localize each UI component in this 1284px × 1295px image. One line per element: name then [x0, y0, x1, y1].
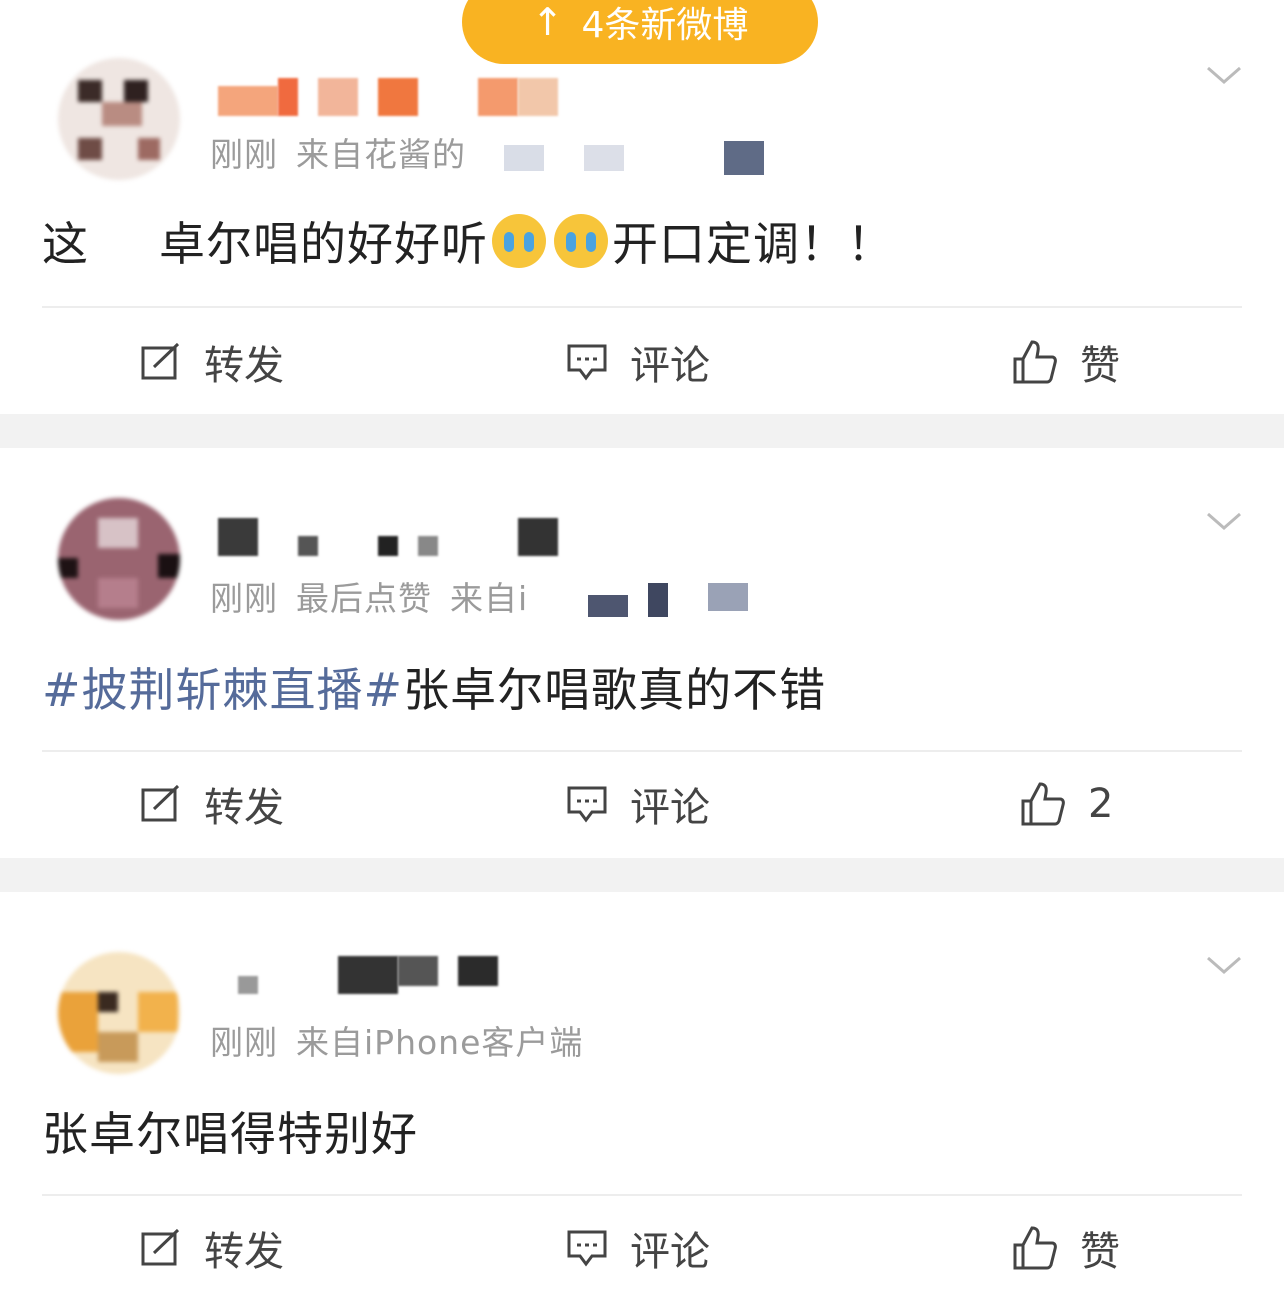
timestamp: 刚刚 [210, 579, 278, 618]
post-meta: 刚刚 来自花酱的 [210, 128, 802, 177]
post-content: #披荆斩棘直播#张卓尔唱歌真的不错 [42, 663, 827, 717]
timestamp: 刚刚 [210, 1023, 278, 1062]
action-bar: 转发 评论 2 [0, 772, 1284, 836]
username-blurred[interactable] [218, 518, 578, 560]
repost-icon [141, 784, 180, 822]
chevron-down-icon[interactable] [1204, 60, 1244, 90]
new-posts-banner[interactable]: ↑ 4条新微博 [462, 0, 818, 64]
source-blurred [528, 581, 828, 621]
divider [42, 1194, 1242, 1196]
topic-link[interactable]: #披荆斩棘直播# [42, 663, 403, 717]
crying-emoji-icon [554, 214, 608, 268]
source[interactable]: 来自i [450, 579, 528, 618]
comment-icon [567, 344, 607, 381]
repost-button[interactable]: 转发 [140, 330, 284, 394]
source[interactable]: 来自花酱的 [296, 135, 466, 174]
like-button[interactable]: 赞 [1012, 1216, 1120, 1280]
like-icon [1021, 782, 1065, 826]
action-bar: 转发 评论 赞 [0, 1216, 1284, 1280]
source[interactable]: 来自iPhone客户端 [296, 1023, 583, 1062]
divider [42, 750, 1242, 752]
post-3: 刚刚 来自iPhone客户端 张卓尔唱得特别好 转发 评论 赞 [0, 892, 1284, 1295]
last-liked: 最后点赞 [296, 579, 432, 618]
post-content: 这卓尔唱的好好听 开口定调！！ [42, 208, 894, 274]
username-blurred[interactable] [218, 78, 578, 120]
comment-icon [567, 786, 607, 823]
comment-button[interactable]: 评论 [566, 1216, 710, 1280]
post-2: 刚刚 最后点赞 来自i #披荆斩棘直播#张卓尔唱歌真的不错 转发 评论 2 [0, 448, 1284, 858]
repost-icon [141, 342, 180, 380]
avatar[interactable] [58, 58, 180, 180]
repost-button[interactable]: 转发 [140, 772, 284, 836]
avatar[interactable] [58, 952, 180, 1074]
banner-text: 4条新微博 [581, 5, 749, 46]
comment-button[interactable]: 评论 [566, 772, 710, 836]
divider [42, 306, 1242, 308]
username-blurred[interactable] [218, 956, 578, 998]
post-meta: 刚刚 最后点赞 来自i [210, 572, 846, 621]
source-blurred [484, 137, 784, 177]
timestamp: 刚刚 [210, 135, 278, 174]
comment-button[interactable]: 评论 [566, 330, 710, 394]
like-button[interactable]: 2 [1020, 772, 1113, 836]
avatar[interactable] [58, 498, 180, 620]
like-icon [1013, 1226, 1057, 1270]
like-count: 2 [1088, 781, 1114, 827]
repost-icon [141, 1228, 180, 1266]
comment-icon [567, 1230, 607, 1267]
like-icon [1013, 340, 1057, 384]
action-bar: 转发 评论 赞 [0, 330, 1284, 394]
chevron-down-icon[interactable] [1204, 950, 1244, 980]
like-button[interactable]: 赞 [1012, 330, 1120, 394]
post-content: 张卓尔唱得特别好 [42, 1107, 418, 1161]
crying-emoji-icon [492, 214, 546, 268]
repost-button[interactable]: 转发 [140, 1216, 284, 1280]
chevron-down-icon[interactable] [1204, 506, 1244, 536]
post-meta: 刚刚 来自iPhone客户端 [210, 1016, 601, 1064]
arrow-up-icon: ↑ [531, 0, 564, 44]
